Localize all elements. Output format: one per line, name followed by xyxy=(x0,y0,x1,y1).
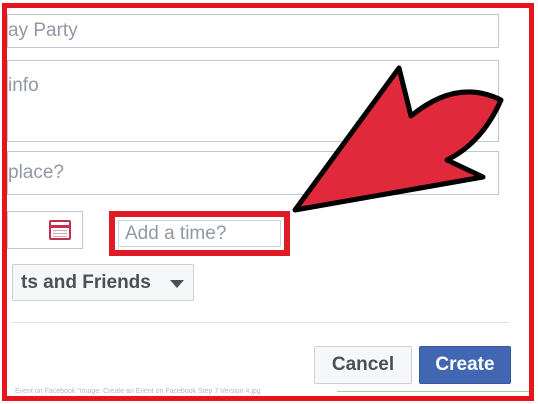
pointer-arrow xyxy=(292,65,504,213)
screenshot-frame: ay Party info place? ts and Friends Canc… xyxy=(2,3,534,401)
